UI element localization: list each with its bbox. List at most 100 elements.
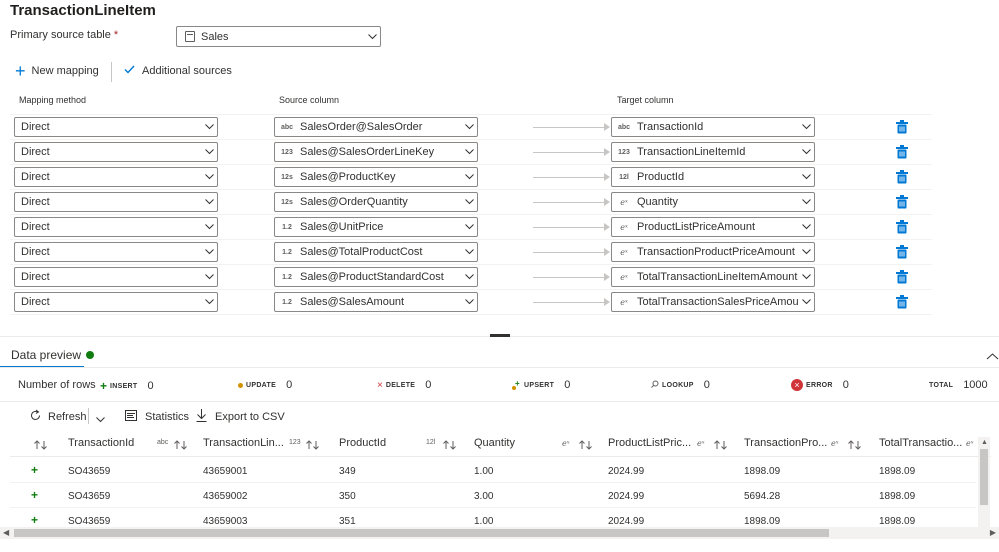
new-mapping-button[interactable]: + New mapping xyxy=(15,62,99,80)
total-stat: TOTAL 1000 xyxy=(929,379,988,391)
mapping-method-dropdown[interactable]: Direct xyxy=(14,242,218,262)
scroll-right-icon[interactable]: ▶ xyxy=(990,528,996,537)
column-header[interactable]: ProductId xyxy=(339,437,386,449)
stats-divider xyxy=(0,401,999,402)
total-label: TOTAL xyxy=(929,381,954,389)
mapping-method-dropdown[interactable]: Direct xyxy=(14,292,218,312)
source-column-dropdown[interactable]: 1.2 Sales@UnitPrice xyxy=(274,217,478,237)
sort-icon[interactable] xyxy=(306,439,319,453)
mapping-method-dropdown[interactable]: Direct xyxy=(14,142,218,162)
mapping-method-value: Direct xyxy=(21,221,50,233)
target-column-dropdown[interactable]: eˣ ProductListPriceAmount xyxy=(611,217,815,237)
refresh-options-chevron-icon[interactable] xyxy=(96,412,105,426)
source-column-dropdown[interactable]: 1.2 Sales@SalesAmount xyxy=(274,292,478,312)
sort-icon[interactable] xyxy=(714,439,727,453)
vertical-scrollbar[interactable]: ▲ xyxy=(978,437,990,527)
mapping-method-dropdown[interactable]: Direct xyxy=(14,167,218,187)
mapping-method-dropdown[interactable]: Direct xyxy=(14,117,218,137)
table-cell: SO43659 xyxy=(68,491,111,502)
source-column-value: SalesOrder@SalesOrder xyxy=(300,121,423,133)
mapping-arrow xyxy=(533,252,607,253)
target-column-dropdown[interactable]: eˣ TotalTransactionSalesPriceAmount xyxy=(611,292,815,312)
target-column-dropdown[interactable]: eˣ TransactionProductPriceAmount xyxy=(611,242,815,262)
vertical-scroll-thumb[interactable] xyxy=(980,449,988,505)
search-icon xyxy=(651,379,659,391)
error-value: 0 xyxy=(842,379,849,391)
horizontal-scroll-thumb[interactable] xyxy=(14,529,829,537)
source-column-dropdown[interactable]: 12s Sales@ProductKey xyxy=(274,167,478,187)
sort-icon[interactable] xyxy=(579,439,592,453)
table-cell: 351 xyxy=(339,516,356,527)
delete-mapping-icon[interactable] xyxy=(896,170,908,184)
target-column-value: TransactionId xyxy=(637,121,704,133)
delete-mapping-icon[interactable] xyxy=(896,220,908,234)
delete-mapping-icon[interactable] xyxy=(896,245,908,259)
chevron-down-icon xyxy=(201,119,217,135)
mapping-method-dropdown[interactable]: Direct xyxy=(14,192,218,212)
column-header[interactable]: TotalTransactio... xyxy=(879,437,962,449)
sort-icon[interactable] xyxy=(443,439,456,453)
source-column-value: Sales@TotalProductCost xyxy=(300,246,423,258)
target-column-dropdown[interactable]: eˣ TotalTransactionLineItemAmount xyxy=(611,267,815,287)
tab-data-preview[interactable]: Data preview xyxy=(11,348,95,362)
target-column-dropdown[interactable]: eˣ Quantity xyxy=(611,192,815,212)
mapping-method-dropdown[interactable]: Direct xyxy=(14,267,218,287)
source-column-dropdown[interactable]: abc SalesOrder@SalesOrder xyxy=(274,117,478,137)
row-separator xyxy=(10,189,932,190)
mapping-method-dropdown[interactable]: Direct xyxy=(14,217,218,237)
scroll-left-icon[interactable]: ◀ xyxy=(3,528,9,537)
splitter-handle[interactable] xyxy=(490,334,510,337)
insert-stat: + INSERT 0 xyxy=(100,379,154,393)
status-dot xyxy=(86,351,95,359)
column-type-icon: eˣ xyxy=(697,439,705,448)
delete-mapping-icon[interactable] xyxy=(896,295,908,309)
sort-icon[interactable] xyxy=(34,439,47,453)
source-column-dropdown[interactable]: 1.2 Sales@TotalProductCost xyxy=(274,242,478,262)
mapping-method-header: Mapping method xyxy=(19,95,87,105)
sort-icon[interactable] xyxy=(174,439,187,453)
delete-mapping-icon[interactable] xyxy=(896,270,908,284)
target-column-dropdown[interactable]: abc TransactionId xyxy=(611,117,815,137)
data-type-icon: eˣ xyxy=(620,247,628,257)
delete-mapping-icon[interactable] xyxy=(896,145,908,159)
column-header[interactable]: TransactionLin... xyxy=(203,437,284,449)
target-column-dropdown[interactable]: 123 TransactionLineItemId xyxy=(611,142,815,162)
statistics-button[interactable]: Statistics xyxy=(125,410,189,424)
target-column-dropdown[interactable]: 12l ProductId xyxy=(611,167,815,187)
delete-mapping-icon[interactable] xyxy=(896,195,908,209)
horizontal-scrollbar[interactable]: ◀ ▶ xyxy=(0,527,999,539)
collapse-icon[interactable] xyxy=(986,350,999,360)
table-cell: 1898.09 xyxy=(744,466,781,477)
row-separator xyxy=(10,139,932,140)
data-type-icon: 1.2 xyxy=(282,223,292,231)
additional-sources-button[interactable]: Additional sources xyxy=(124,65,232,77)
chevron-down-icon xyxy=(461,244,477,260)
source-column-dropdown[interactable]: 12s Sales@OrderQuantity xyxy=(274,192,478,212)
export-csv-label: Export to CSV xyxy=(215,411,285,423)
number-of-rows-label: Number of rows xyxy=(18,379,96,391)
source-column-dropdown[interactable]: 123 Sales@SalesOrderLineKey xyxy=(274,142,478,162)
sort-icon[interactable] xyxy=(848,439,861,453)
export-csv-button[interactable]: Export to CSV xyxy=(196,409,285,425)
column-header[interactable]: ProductListPric... xyxy=(608,437,691,449)
scroll-up-icon[interactable]: ▲ xyxy=(981,439,988,446)
column-header[interactable]: TransactionId xyxy=(68,437,134,449)
chevron-down-icon xyxy=(461,169,477,185)
refresh-icon xyxy=(29,409,42,425)
delete-mapping-icon[interactable] xyxy=(896,120,908,134)
data-type-icon: 1.2 xyxy=(282,248,292,256)
target-column-value: ProductId xyxy=(637,171,685,183)
target-column-value: TransactionLineItemId xyxy=(637,146,746,158)
source-column-header: Source column xyxy=(279,95,340,105)
arrow-head-icon xyxy=(604,273,610,281)
table-cell: 1.00 xyxy=(474,466,494,477)
table-cell: 2024.99 xyxy=(608,516,645,527)
column-header[interactable]: Quantity xyxy=(474,437,515,449)
column-header[interactable]: TransactionPro... xyxy=(744,437,827,449)
source-column-dropdown[interactable]: 1.2 Sales@ProductStandardCost xyxy=(274,267,478,287)
mapping-method-value: Direct xyxy=(21,271,50,283)
refresh-button[interactable]: Refresh xyxy=(29,409,87,425)
delete-icon: × xyxy=(377,379,383,391)
refresh-divider xyxy=(88,408,89,424)
primary-source-dropdown[interactable]: Sales xyxy=(176,26,381,47)
